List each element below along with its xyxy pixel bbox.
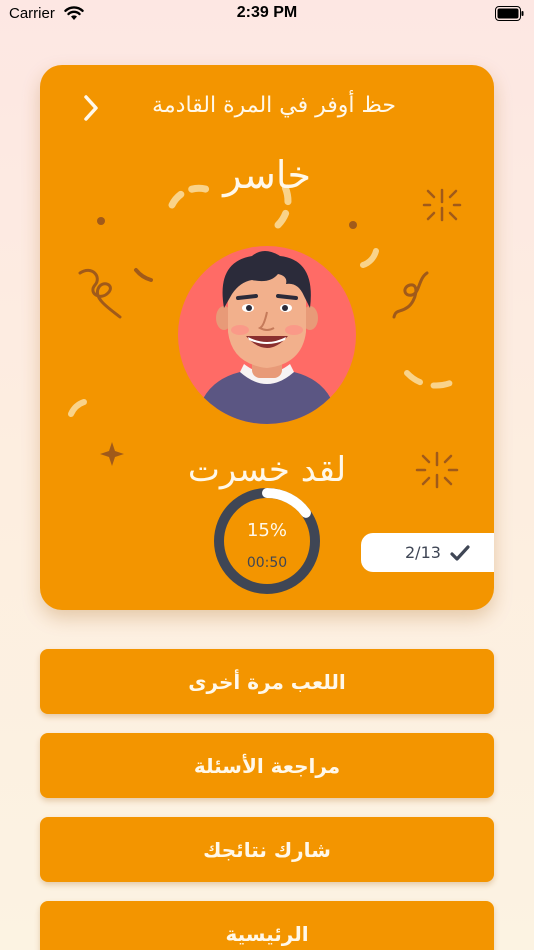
progress-ring xyxy=(214,488,320,594)
status-time: 2:39 PM xyxy=(236,4,298,21)
lost-message: لقد خسرت xyxy=(187,450,347,490)
share-results-button[interactable]: شارك نتائجك xyxy=(40,817,494,882)
result-title: خاسر xyxy=(223,153,311,197)
avatar xyxy=(178,246,356,424)
score-badge: 2/13 xyxy=(361,533,494,572)
chevron-right-icon[interactable] xyxy=(81,93,101,123)
card-subtitle: حظ أوفر في المرة القادمة xyxy=(152,93,396,118)
progress-percent: 15% xyxy=(246,520,287,541)
battery-icon xyxy=(495,6,524,21)
result-card: حظ أوفر في المرة القادمة خاسر لقد خسرت 1… xyxy=(40,65,494,610)
review-questions-button[interactable]: مراجعة الأسئلة xyxy=(40,733,494,798)
score-text: 2/13 xyxy=(405,543,441,562)
home-button[interactable]: الرئيسية xyxy=(40,901,494,950)
play-again-button[interactable]: اللعب مرة أخرى xyxy=(40,649,494,714)
check-icon xyxy=(450,545,470,561)
status-bar: Carrier 2:39 PM xyxy=(0,0,534,30)
progress-timer: 00:50 xyxy=(246,555,288,571)
